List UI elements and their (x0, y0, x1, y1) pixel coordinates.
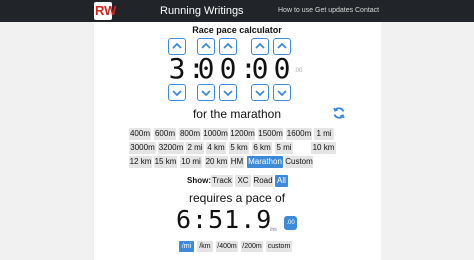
distance-option[interactable]: 3000m (129, 142, 156, 154)
seconds-ones-digit: 0 (273, 52, 291, 85)
distance-option[interactable]: 10 km (311, 142, 336, 154)
time-colon: : (240, 54, 257, 84)
pace-value: 6:51.9 (176, 205, 273, 234)
distance-option-selected[interactable]: Marathon (247, 156, 283, 168)
unit-option-selected[interactable]: /mi (179, 241, 194, 252)
requires-label: requires a pace of (188, 191, 286, 205)
distance-option[interactable]: 4 km (206, 142, 226, 154)
distance-option[interactable]: 3200m (158, 142, 184, 154)
nav-link-get-updates[interactable]: Get updates (315, 6, 353, 16)
fraction-toggle[interactable]: .00 (294, 68, 302, 75)
distance-option[interactable]: 1600m (286, 128, 312, 140)
distance-option[interactable]: 1 mi (314, 128, 334, 140)
distance-option[interactable]: 2 mi (186, 142, 204, 154)
navbar: RW Running Writings How to use Get updat… (0, 0, 474, 22)
minutes-tens-digit: 0 (197, 52, 215, 85)
logo-text: RW (95, 3, 117, 18)
chevron-down-icon (277, 90, 287, 97)
time-colon: : (188, 54, 205, 84)
chevron-down-icon (255, 90, 265, 97)
pace-unit: /mi (270, 227, 277, 233)
chevron-up-icon (223, 42, 233, 49)
race-label: for the marathon (192, 107, 282, 121)
distance-option[interactable]: 600m (154, 128, 176, 140)
distance-option[interactable]: 1500m (258, 128, 283, 140)
unit-option[interactable]: /400m (216, 241, 238, 252)
unit-option[interactable]: /km (197, 241, 213, 252)
distance-option[interactable]: Custom (285, 156, 313, 168)
distance-option[interactable]: 12 km (129, 156, 152, 168)
filter-track[interactable]: Track (211, 175, 233, 187)
calculator-title: Race pace calculator (192, 25, 282, 35)
filter-road[interactable]: Road (253, 175, 273, 187)
distance-option[interactable]: 10 mi (180, 156, 202, 168)
minutes-ones-down-button[interactable] (219, 84, 237, 101)
hours-digit: 3 (168, 52, 186, 85)
nav-link-how-to-use[interactable]: How to use (278, 6, 313, 16)
distance-option[interactable]: 1000m (203, 128, 228, 140)
swap-button[interactable] (332, 106, 346, 125)
distance-option[interactable]: 5 km (229, 142, 249, 154)
distance-option[interactable]: 5 mi (275, 142, 293, 154)
distance-option[interactable]: HM (230, 156, 244, 168)
unit-option[interactable]: /200m (241, 241, 263, 252)
distance-option[interactable]: 6 km (252, 142, 272, 154)
nav-link-contact[interactable]: Contact (355, 6, 379, 16)
seconds-tens-down-button[interactable] (251, 84, 269, 101)
minutes-ones-digit: 0 (219, 52, 237, 85)
refresh-icon (333, 107, 345, 119)
seconds-tens-digit: 0 (251, 52, 269, 85)
chevron-down-icon (223, 90, 233, 97)
minutes-tens-down-button[interactable] (197, 84, 215, 101)
chevron-up-icon (172, 42, 182, 49)
chevron-down-icon (172, 90, 182, 97)
hours-down-button[interactable] (168, 84, 186, 101)
chevron-down-icon (201, 90, 211, 97)
distance-option[interactable]: 800m (179, 128, 201, 140)
seconds-ones-down-button[interactable] (273, 84, 291, 101)
unit-option[interactable]: custom (266, 241, 292, 252)
chevron-up-icon (201, 42, 211, 49)
brand-title[interactable]: Running Writings (160, 4, 244, 18)
pace-fraction-button[interactable]: .00 (284, 216, 297, 230)
distance-option[interactable]: 1200m (230, 128, 255, 140)
show-label: Show: (187, 176, 211, 185)
distance-option[interactable]: 400m (129, 128, 151, 140)
chevron-up-icon (255, 42, 265, 49)
chevron-up-icon (277, 42, 287, 49)
distance-option[interactable]: 20 km (205, 156, 228, 168)
filter-xc[interactable]: XC (235, 175, 251, 187)
filter-all[interactable]: All (275, 175, 288, 187)
logo[interactable]: RW (94, 2, 116, 20)
distance-option[interactable]: 15 km (154, 156, 177, 168)
